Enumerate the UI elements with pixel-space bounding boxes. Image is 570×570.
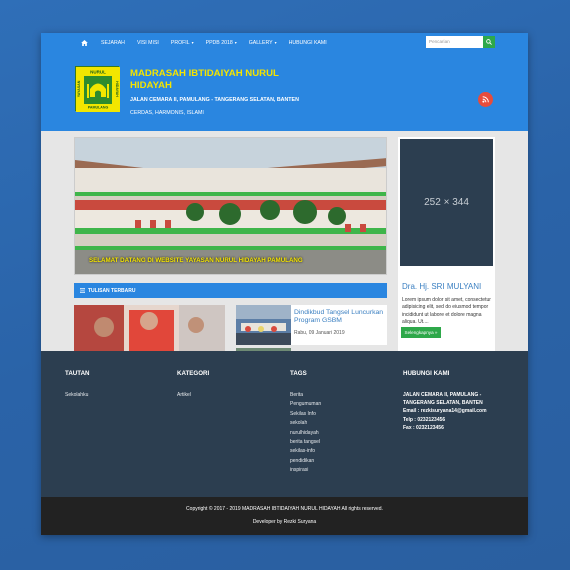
site-tagline: CERDAS, HARMONIS, ISLAMI [130,110,204,116]
footer-heading-tautan: TAUTAN [65,370,90,377]
nav-item-profil[interactable]: PROFIL ▾ [171,40,194,46]
developer-credit: Developer by Rezki Suryana [252,519,317,525]
tag-link[interactable]: Sekilas Info [290,410,321,419]
footer-link[interactable]: Sekolahku [65,391,90,400]
event-photo [236,305,291,345]
rss-button[interactable] [478,92,493,107]
logo-top-text: NURUL [90,70,106,75]
caret-down-icon: ▾ [191,40,194,45]
tag-link[interactable]: berita tangsel [290,438,321,447]
nav-item-gallery[interactable]: GALLERY ▾ [249,40,277,46]
principal-widget: 252 × 344 Dra. Hj. SRI MULYANI Lorem ips… [398,137,495,351]
search-icon [486,39,492,45]
principal-name[interactable]: Dra. Hj. SRI MULYANI [402,282,481,291]
image-slider[interactable]: SELAMAT DATANG DI WEBSITE YAYASAN NURUL … [74,137,387,275]
search-form: Pencarian [426,36,495,48]
latest-posts-title: TULISAN TERBARU [88,287,136,294]
website-page: SEJARAH VISI MISI PROFIL ▾ PPDB 2018 ▾ GAL… [41,33,528,535]
footer-col-tautan: TAUTAN Sekolahku [65,370,90,400]
nav-item-hubungi-kami[interactable]: HUBUNGI KAMI [289,40,327,46]
footer-col-tags: TAGS Berita Pengumuman Sekilas Info seko… [290,370,321,476]
nav-item-sejarah[interactable]: SEJARAH [101,40,125,46]
footer-link[interactable]: Artikel [177,391,209,400]
tag-link[interactable]: nurulhidayah [290,429,321,438]
home-icon[interactable] [79,38,89,48]
principal-excerpt: Lorem ipsum dolor sit amet, consectetur … [402,297,491,326]
tag-link[interactable]: Pengumuman [290,400,321,409]
contact-address-line: JALAN CEMARA II, PAMULANG - [403,392,482,398]
caret-down-icon: ▾ [274,40,277,45]
footer-col-contact: HUBUNGI KAMI JALAN CEMARA II, PAMULANG -… [403,370,487,432]
contact-fax: Fax : 0232123456 [403,424,444,431]
post-title[interactable]: Dindikbud Tangsel Luncurkan Program GSBM [294,309,386,325]
tag-link[interactable]: Berita [290,391,321,400]
logo-left-text: YAYASAN [77,80,81,97]
footer-col-kategori: KATEGORI Artikel [177,370,209,400]
list-item[interactable]: Dindikbud Tangsel Luncurkan Program GSBM… [236,305,387,345]
post-thumbnail[interactable] [236,305,291,345]
caret-down-icon: ▾ [234,40,237,45]
contact-email: Email : rezkisuryana14@gmail.com [403,408,487,415]
tag-link[interactable]: pendidikan [290,457,321,466]
rss-icon [482,96,489,103]
tag-link[interactable]: sekilas-info [290,447,321,456]
tag-link[interactable]: inspirasi [290,466,321,475]
featured-post-image[interactable] [74,305,225,352]
school-logo[interactable]: NURUL YAYASAN HIDAYAH PAMULANG [75,66,120,112]
nav-item-ppdb[interactable]: PPDB 2018 ▾ [206,40,237,46]
search-button[interactable] [483,36,495,48]
principal-photo-placeholder: 252 × 344 [400,139,493,266]
site-footer: TAUTAN Sekolahku KATEGORI Artikel TAGS B… [41,351,528,497]
list-icon [80,288,85,293]
contact-phone: Telp : 0232123456 [403,416,446,423]
site-address: JALAN CEMARA II, PAMULANG - TANGERANG SE… [130,97,299,103]
search-input[interactable]: Pencarian [426,36,483,48]
school-building-photo [75,138,386,274]
footer-heading-kategori: KATEGORI [177,370,210,377]
site-title[interactable]: MADRASAH IBTIDAIYAH NURUL HIDAYAH [130,68,320,92]
site-header: NURUL YAYASAN HIDAYAH PAMULANG MADRASAH … [41,52,528,131]
logo-bottom-text: PAMULANG [88,106,109,110]
post-date: Rabu, 09 Januari 2019 [294,330,345,336]
slider-caption: SELAMAT DATANG DI WEBSITE YAYASAN NURUL … [89,257,303,264]
copyright-text: Copyright © 2017 - 2019 MADRASAH IBTIDAI… [186,506,383,512]
footer-heading-contact: HUBUNGI KAMI [403,370,450,377]
students-photo [74,305,225,352]
top-navbar: SEJARAH VISI MISI PROFIL ▾ PPDB 2018 ▾ GAL… [41,33,528,52]
logo-right-text: HIDAYAH [115,81,119,97]
footer-heading-tags: TAGS [290,370,307,377]
latest-posts-heading: TULISAN TERBARU [74,283,387,298]
nav-item-visi-misi[interactable]: VISI MISI [137,40,159,46]
read-more-button[interactable]: Selengkapnya » [401,327,441,338]
contact-address-line: TANGERANG SELATAN, BANTEN [403,400,483,407]
bottom-bar: Copyright © 2017 - 2019 MADRASAH IBTIDAI… [41,497,528,535]
tag-link[interactable]: sekolah [290,419,321,428]
